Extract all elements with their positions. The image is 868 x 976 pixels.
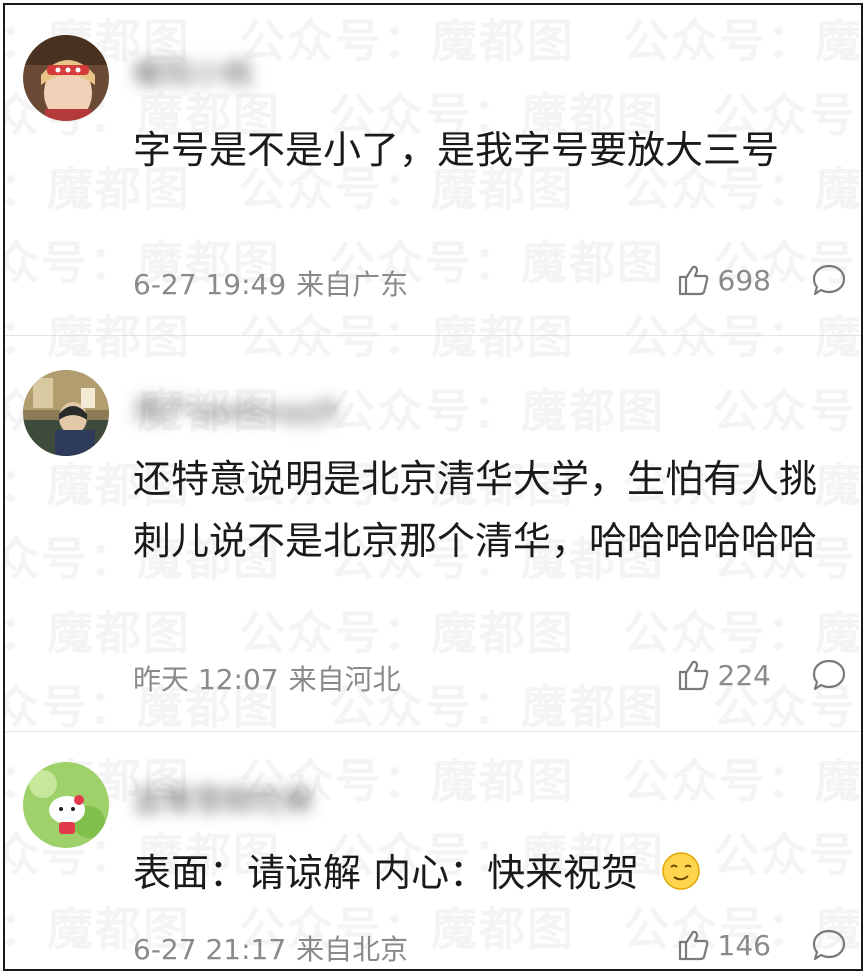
username[interactable]: 暖阳小桃 [133, 49, 253, 92]
avatar[interactable] [23, 762, 109, 848]
comment-text: 字号是不是小了，是我字号要放大三号 [133, 128, 780, 172]
comment-time: 6-27 19:49 [133, 268, 287, 301]
comment-time: 6-27 21:17 [133, 933, 287, 966]
like-button[interactable]: 698 [676, 263, 771, 297]
reply-bubble-icon[interactable] [811, 928, 847, 962]
comment-location: 来自广东 [296, 268, 409, 301]
username[interactable]: 蓝莓雪糕吃嘛 [133, 776, 313, 819]
comment-item: 暖阳小桃 字号是不是小了，是我字号要放大三号 6-27 19:49 来自广东 69… [5, 5, 861, 335]
comment-meta: 6-27 19:49 来自广东 [133, 263, 408, 303]
like-button[interactable]: 146 [676, 928, 771, 962]
comment-item: 蓝莓雪糕吃嘛 表面：请谅解 内心：快来祝贺 6-27 21:17 来自北京 146 [5, 732, 861, 969]
reply-bubble-icon[interactable] [811, 658, 847, 692]
reply-bubble-icon[interactable] [811, 263, 847, 297]
thumbs-up-icon [678, 930, 708, 961]
comment-item: 用户seebsqq9 还特意说明是北京清华大学，生怕有人挑刺儿说不是北京那个清华… [5, 336, 861, 731]
comment-text: 表面：请谅解 内心：快来祝贺 [133, 842, 843, 904]
thumbs-up-icon [678, 660, 708, 691]
comment-meta: 6-27 21:17 来自北京 [133, 928, 408, 968]
username[interactable]: 用户seebsqq9 [133, 386, 337, 429]
like-count: 698 [717, 263, 771, 297]
comment-time: 昨天 12:07 [133, 663, 279, 696]
like-count: 224 [717, 658, 771, 692]
thumbs-up-icon [678, 265, 708, 296]
comment-meta: 昨天 12:07 来自河北 [133, 658, 401, 698]
comment-location: 来自河北 [288, 663, 401, 696]
comment-text: 还特意说明是北京清华大学，生怕有人挑刺儿说不是北京那个清华，哈哈哈哈哈哈 [133, 457, 818, 563]
like-button[interactable]: 224 [676, 658, 771, 692]
like-count: 146 [717, 928, 771, 962]
avatar[interactable] [23, 35, 109, 121]
comment-location: 来自北京 [296, 933, 409, 966]
comment-text-content: 表面：请谅解 内心：快来祝贺 [133, 851, 640, 895]
smirk-emoji-icon [662, 851, 700, 890]
avatar[interactable] [23, 370, 109, 456]
comment-panel: 公众号：魔都图 公众号：魔都图 公众号：魔都图 公众号：魔都图 公众号：魔都图 … [3, 3, 863, 971]
